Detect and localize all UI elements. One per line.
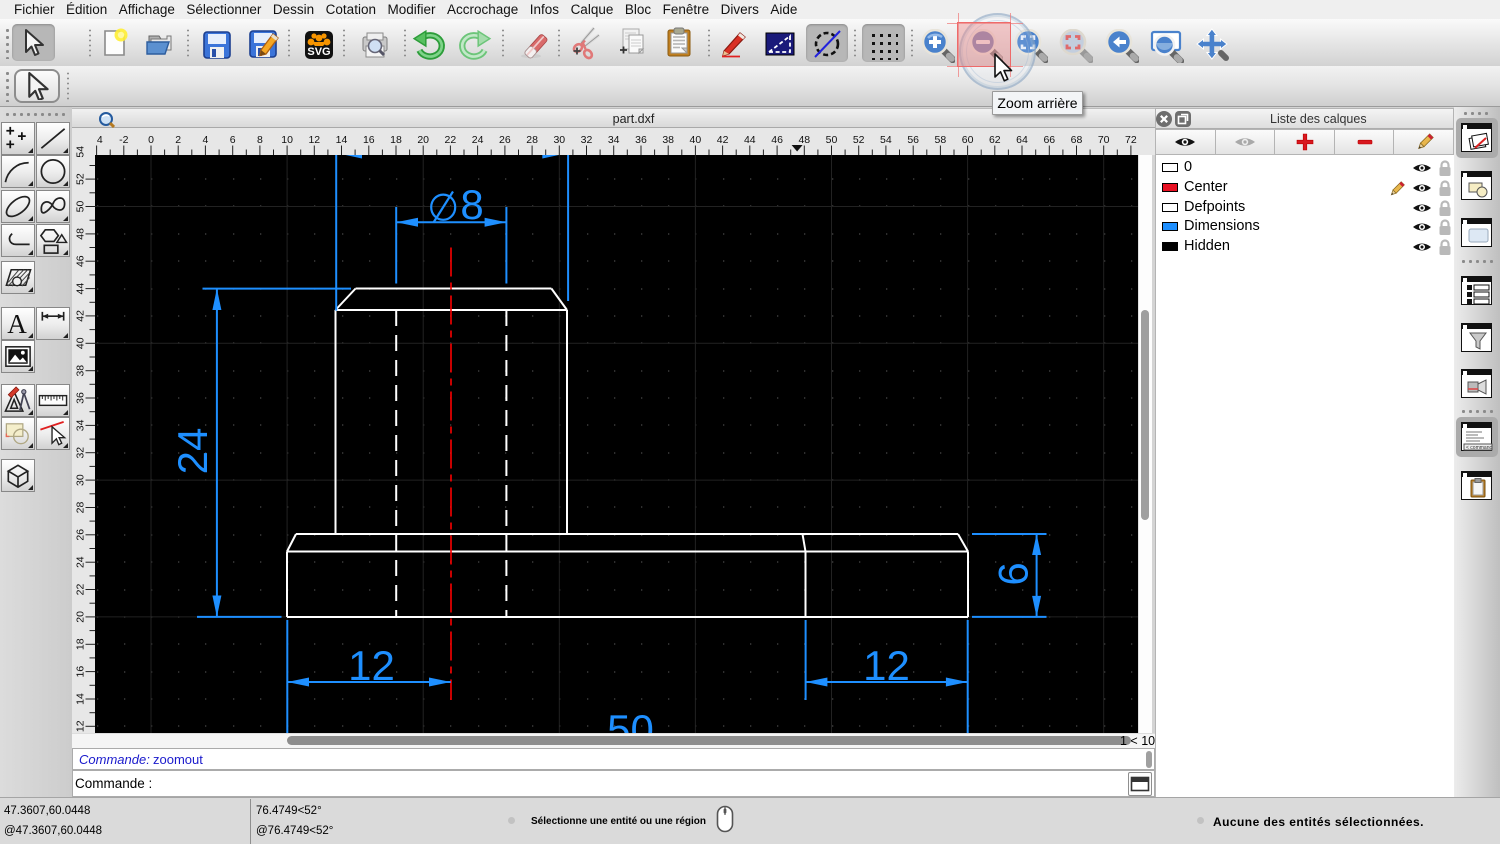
svg-text:32: 32: [75, 447, 87, 459]
svg-text:4: 4: [202, 134, 208, 146]
svg-text:16: 16: [75, 666, 87, 678]
svg-text:14: 14: [336, 134, 348, 146]
svg-text:A: A: [7, 309, 27, 339]
svg-text:50: 50: [607, 706, 654, 733]
svg-text:70: 70: [1098, 134, 1110, 146]
svg-text:60: 60: [962, 134, 974, 146]
svg-text:36: 36: [75, 392, 87, 404]
svg-text:62: 62: [989, 134, 1001, 146]
svg-text:14: 14: [75, 693, 87, 705]
svg-text:72: 72: [1125, 134, 1137, 146]
svg-text:18: 18: [75, 638, 87, 650]
svg-text:8: 8: [257, 134, 263, 146]
svg-text:46: 46: [75, 255, 87, 267]
svg-text:< command: < command: [1466, 445, 1492, 451]
svg-text:36: 36: [635, 134, 647, 146]
svg-text:44: 44: [75, 283, 87, 295]
svg-text:8: 8: [460, 181, 483, 228]
svg-text:18: 18: [390, 134, 402, 146]
svg-text:56: 56: [907, 134, 919, 146]
svg-text:24: 24: [169, 428, 216, 475]
svg-text:32: 32: [581, 134, 593, 146]
svg-text:54: 54: [880, 134, 892, 146]
svg-text:66: 66: [1043, 134, 1055, 146]
svg-text:30: 30: [75, 474, 87, 486]
svg-text:6: 6: [230, 134, 236, 146]
svg-text:54: 54: [75, 146, 87, 158]
svg-text:6: 6: [990, 562, 1037, 585]
svg-text:12: 12: [348, 642, 395, 689]
svg-text:34: 34: [75, 419, 87, 431]
svg-text:20: 20: [75, 611, 87, 623]
svg-text:38: 38: [662, 134, 674, 146]
svg-text:48: 48: [75, 228, 87, 240]
svg-text:50: 50: [75, 201, 87, 213]
svg-text:34: 34: [608, 134, 620, 146]
svg-text:12: 12: [863, 642, 910, 689]
svg-text:28: 28: [75, 502, 87, 514]
svg-text:4: 4: [97, 134, 103, 146]
svg-text:10: 10: [281, 134, 293, 146]
svg-text:28: 28: [526, 134, 538, 146]
svg-text:-2: -2: [119, 134, 128, 146]
svg-text:40: 40: [690, 134, 702, 146]
svg-text:68: 68: [1071, 134, 1083, 146]
svg-text:12: 12: [75, 720, 87, 732]
svg-text:38: 38: [75, 365, 87, 377]
svg-text:20: 20: [417, 134, 429, 146]
svg-text:40: 40: [75, 337, 87, 349]
svg-text:16: 16: [363, 134, 375, 146]
svg-text:64: 64: [1016, 134, 1028, 146]
svg-text:58: 58: [935, 134, 947, 146]
svg-text:0: 0: [148, 134, 154, 146]
svg-text:42: 42: [717, 134, 729, 146]
svg-text:24: 24: [472, 134, 484, 146]
svg-text:22: 22: [445, 134, 457, 146]
svg-text:52: 52: [75, 173, 87, 185]
svg-text:42: 42: [75, 310, 87, 322]
svg-text:50: 50: [826, 134, 838, 146]
svg-text:22: 22: [75, 584, 87, 596]
svg-text:26: 26: [499, 134, 511, 146]
svg-text:30: 30: [553, 134, 565, 146]
svg-text:24: 24: [75, 556, 87, 568]
svg-text:26: 26: [75, 529, 87, 541]
svg-text:46: 46: [771, 134, 783, 146]
svg-text:44: 44: [744, 134, 756, 146]
svg-text:52: 52: [853, 134, 865, 146]
svg-text:48: 48: [798, 134, 810, 146]
svg-text:SVG: SVG: [307, 46, 330, 58]
svg-text:2: 2: [175, 134, 181, 146]
svg-text:12: 12: [308, 134, 320, 146]
